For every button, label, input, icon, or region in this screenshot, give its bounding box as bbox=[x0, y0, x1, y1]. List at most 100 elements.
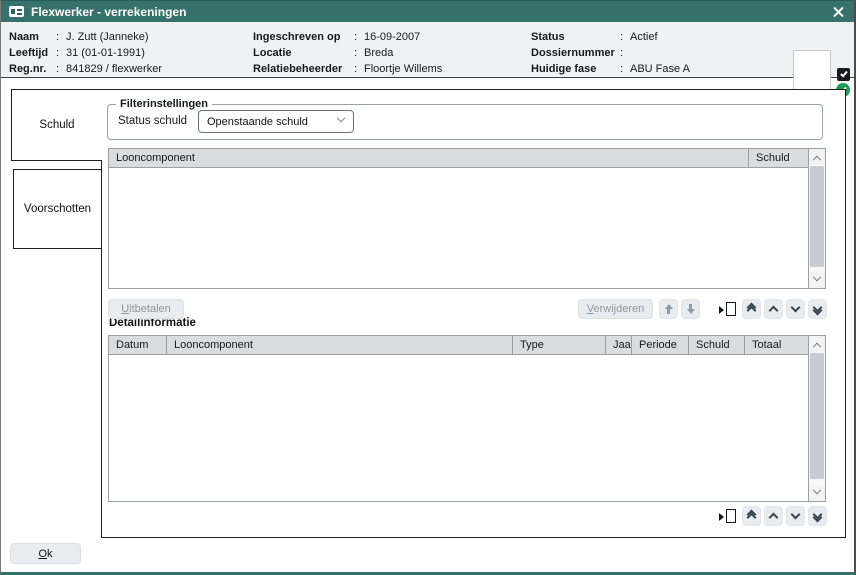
field-value: 16-09-2007 bbox=[364, 31, 420, 43]
field-label: Ingeschreven op bbox=[253, 31, 354, 43]
scroll-up-button[interactable] bbox=[809, 149, 825, 165]
chevron-down-icon bbox=[791, 510, 801, 520]
info-column-2: Ingeschreven op : 16-09-2007 Locatie : B… bbox=[253, 29, 442, 77]
double-chevron-up-icon bbox=[748, 511, 755, 521]
double-chevron-down-icon bbox=[814, 511, 821, 521]
column-header-datum[interactable]: Datum bbox=[109, 336, 166, 354]
chevron-down-icon bbox=[813, 273, 821, 281]
column-header-looncomponent[interactable]: Looncomponent bbox=[109, 149, 748, 167]
status-schuld-dropdown[interactable]: Openstaande schuld bbox=[198, 110, 354, 133]
insert-record-button[interactable] bbox=[717, 299, 738, 319]
checked-checkbox-icon[interactable] bbox=[837, 68, 850, 81]
info-row-naam: Naam : J. Zutt (Janneke) bbox=[9, 29, 162, 45]
ok-button[interactable]: Ok bbox=[10, 543, 81, 564]
column-header-schuld[interactable]: Schuld bbox=[748, 149, 808, 167]
tab-label: Schuld bbox=[39, 119, 74, 131]
chevron-up-icon bbox=[813, 343, 821, 351]
info-row-locatie: Locatie : Breda bbox=[253, 45, 442, 61]
arrow-up-icon bbox=[665, 304, 673, 314]
column-header-type[interactable]: Type bbox=[512, 336, 605, 354]
last-record-button[interactable] bbox=[808, 506, 827, 526]
column-header-schuld[interactable]: Schuld bbox=[688, 336, 744, 354]
column-header-totaal[interactable]: Totaal bbox=[744, 336, 808, 354]
info-row-relatiebeheerder: Relatiebeheerder : Floortje Willems bbox=[253, 61, 442, 77]
insert-record-button[interactable] bbox=[717, 506, 738, 526]
info-row-status: Status : Actief bbox=[531, 29, 690, 45]
status-schuld-label: Status schuld bbox=[118, 115, 187, 127]
column-header-periode[interactable]: Periode bbox=[631, 336, 688, 354]
verwijderen-button[interactable]: Verwijderen bbox=[578, 299, 653, 319]
move-down-button[interactable] bbox=[681, 299, 700, 319]
info-row-ingeschreven: Ingeschreven op : 16-09-2007 bbox=[253, 29, 442, 45]
move-up-button[interactable] bbox=[659, 299, 678, 319]
info-row-leeftijd: Leeftijd : 31 (01-01-1991) bbox=[9, 45, 162, 61]
field-value: 31 (01-01-1991) bbox=[66, 47, 145, 59]
close-button[interactable] bbox=[830, 4, 846, 20]
tab-label: Voorschotten bbox=[24, 203, 91, 215]
detail-table: Datum Looncomponent Type Jaar Periode Sc… bbox=[108, 335, 826, 502]
scrollbar-track[interactable] bbox=[809, 352, 825, 485]
column-header-jaar[interactable]: Jaar bbox=[605, 336, 631, 354]
chevron-up-icon bbox=[769, 513, 779, 523]
field-value: Actief bbox=[630, 31, 658, 43]
button-label: Uitbetalen bbox=[121, 303, 171, 315]
detail-table-scrollbar[interactable] bbox=[808, 336, 825, 501]
scrollbar-track[interactable] bbox=[809, 165, 825, 272]
tab-schuld[interactable]: Schuld bbox=[11, 89, 102, 161]
separator: : bbox=[620, 47, 630, 59]
schuld-table-body[interactable] bbox=[109, 168, 808, 288]
info-row-regnr: Reg.nr. : 841829 / flexwerker bbox=[9, 61, 162, 77]
column-header-looncomponent[interactable]: Looncomponent bbox=[166, 336, 512, 354]
field-label: Locatie bbox=[253, 47, 354, 59]
scroll-up-button[interactable] bbox=[809, 336, 825, 352]
next-record-button[interactable] bbox=[786, 299, 805, 319]
contact-card-icon bbox=[9, 6, 24, 17]
insert-record-icon bbox=[719, 509, 736, 524]
double-chevron-down-icon bbox=[814, 304, 821, 314]
scroll-down-button[interactable] bbox=[809, 272, 825, 288]
dropdown-value: Openstaande schuld bbox=[207, 116, 308, 128]
button-label: Verwijderen bbox=[587, 303, 644, 315]
scroll-down-button[interactable] bbox=[809, 485, 825, 501]
schuld-table: Looncomponent Schuld bbox=[108, 148, 826, 289]
scrollbar-thumb[interactable] bbox=[810, 353, 824, 479]
checkmark-icon bbox=[840, 70, 848, 78]
schuld-table-main: Looncomponent Schuld bbox=[109, 149, 808, 288]
field-value: Floortje Willems bbox=[364, 63, 442, 75]
next-record-button[interactable] bbox=[786, 506, 805, 526]
field-label: Status bbox=[531, 31, 620, 43]
field-label: Naam bbox=[9, 31, 56, 43]
arrow-down-icon bbox=[687, 304, 695, 314]
tab-voorschotten[interactable]: Voorschotten bbox=[13, 169, 102, 249]
schuld-table-scrollbar[interactable] bbox=[808, 149, 825, 288]
button-label: Ok bbox=[38, 548, 52, 560]
info-column-1: Naam : J. Zutt (Janneke) Leeftijd : 31 (… bbox=[9, 29, 162, 77]
first-record-button[interactable] bbox=[742, 506, 761, 526]
separator: : bbox=[354, 31, 364, 43]
uitbetalen-button[interactable]: Uitbetalen bbox=[108, 299, 184, 319]
field-value: 841829 / flexwerker bbox=[66, 63, 162, 75]
scrollbar-thumb[interactable] bbox=[810, 166, 824, 267]
first-record-button[interactable] bbox=[742, 299, 761, 319]
separator: : bbox=[354, 47, 364, 59]
separator: : bbox=[620, 63, 630, 75]
separator: : bbox=[354, 63, 364, 75]
previous-record-button[interactable] bbox=[764, 299, 783, 319]
chevron-down-icon bbox=[337, 114, 345, 122]
previous-record-button[interactable] bbox=[764, 506, 783, 526]
info-row-huidige-fase: Huidige fase : ABU Fase A bbox=[531, 61, 690, 77]
flexwerker-dialog: Flexwerker - verrekeningen Naam : J. Zut… bbox=[0, 0, 856, 575]
field-value: Breda bbox=[364, 47, 393, 59]
separator: : bbox=[56, 63, 66, 75]
chevron-down-icon bbox=[813, 486, 821, 494]
double-chevron-up-icon bbox=[748, 304, 755, 314]
field-value: J. Zutt (Janneke) bbox=[66, 31, 149, 43]
schuld-table-header: Looncomponent Schuld bbox=[109, 149, 808, 168]
detail-table-body[interactable] bbox=[109, 355, 808, 501]
field-label: Leeftijd bbox=[9, 47, 56, 59]
last-record-button[interactable] bbox=[808, 299, 827, 319]
groupbox-legend: Filterinstellingen bbox=[116, 98, 212, 110]
insert-record-icon bbox=[719, 302, 736, 317]
separator: : bbox=[56, 47, 66, 59]
chevron-up-icon bbox=[769, 306, 779, 316]
